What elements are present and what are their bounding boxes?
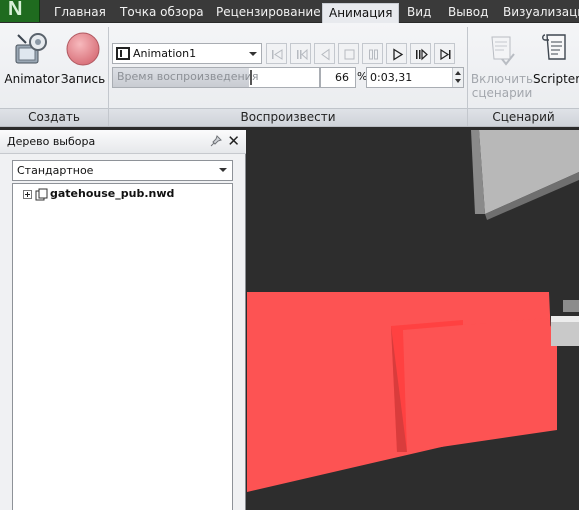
- play-icon: [393, 48, 404, 61]
- play-button[interactable]: [386, 43, 407, 64]
- enable-scripts-label-line2: сценарии: [471, 86, 533, 100]
- scripter-label: Scripter: [533, 72, 579, 86]
- pause-button[interactable]: [362, 43, 383, 64]
- panel-title: Дерево выбора: [7, 135, 96, 148]
- percent-value: 66: [335, 71, 349, 84]
- expand-plus-icon[interactable]: [23, 190, 32, 199]
- animator-icon: [15, 33, 47, 64]
- tab-animation[interactable]: Анимация: [322, 3, 400, 23]
- play-reverse-button[interactable]: [314, 43, 335, 64]
- app-logo: N: [8, 0, 23, 20]
- scripts-group-label: Сценарий: [468, 108, 579, 126]
- tab-render[interactable]: Визуализация: [497, 3, 579, 23]
- model-file-icon: [35, 188, 48, 201]
- playback-group-label: Воспроизвести: [109, 108, 467, 126]
- ribbon-tab-bar: N Главная Точка обзора Рецензирование Ан…: [0, 0, 579, 23]
- tab-view[interactable]: Вид: [401, 3, 437, 23]
- animator-label: Animator: [4, 72, 60, 86]
- time-slider-handle[interactable]: [250, 70, 252, 85]
- scene-highlighted-front: [403, 318, 557, 452]
- chevron-down-icon: [249, 52, 257, 56]
- spinner-buttons[interactable]: [452, 68, 463, 87]
- selection-tree: gatehouse_pub.nwd: [12, 183, 233, 510]
- tab-viewpoint[interactable]: Точка обзора: [114, 3, 210, 23]
- record-icon: [66, 32, 100, 66]
- scripter-button[interactable]: Scripter: [533, 27, 579, 107]
- record-label: Запись: [60, 72, 106, 86]
- rewind-to-start-icon: [272, 49, 283, 60]
- rewind-to-start-button[interactable]: [266, 43, 287, 64]
- 3d-viewport[interactable]: [247, 130, 579, 510]
- close-icon[interactable]: ✕: [227, 132, 240, 150]
- playback-time-slider[interactable]: Время воспроизведения: [112, 67, 320, 88]
- play-reverse-icon: [321, 48, 330, 61]
- spin-down-icon[interactable]: [455, 79, 461, 83]
- enable-scripts-label: Включить сценарии: [470, 72, 534, 100]
- enable-scripts-button[interactable]: Включить сценарии: [470, 27, 534, 107]
- film-icon: [116, 47, 130, 60]
- tab-review[interactable]: Рецензирование: [210, 3, 327, 23]
- scene-bracket: [563, 300, 579, 312]
- enable-scripts-label-line1: Включить: [470, 72, 534, 86]
- application-menu-button[interactable]: N: [0, 0, 40, 22]
- pause-icon: [369, 49, 378, 60]
- animation-select-value: Animation1: [133, 47, 197, 60]
- time-slider-label: Время воспроизведения: [117, 70, 259, 83]
- ribbon-panel: Animator Запись Создать Animation1 Время…: [0, 23, 579, 127]
- step-back-button[interactable]: [290, 43, 311, 64]
- fast-forward-to-end-button[interactable]: [434, 43, 455, 64]
- stop-button[interactable]: [338, 43, 359, 64]
- panel-title-bar: Дерево выбора ✕: [0, 130, 246, 154]
- enable-scripts-icon: [491, 36, 515, 66]
- tree-mode-value: Стандартное: [17, 164, 94, 177]
- stop-icon: [344, 49, 355, 60]
- selection-tree-panel: Дерево выбора ✕ Стандартное gatehouse_pu…: [0, 130, 246, 510]
- step-forward-button[interactable]: [410, 43, 431, 64]
- tree-item-label: gatehouse_pub.nwd: [50, 187, 175, 200]
- step-forward-icon: [416, 48, 428, 61]
- create-group-label: Создать: [0, 108, 108, 126]
- scene-pipe-highlight: [551, 316, 579, 322]
- scene-render: [247, 130, 579, 492]
- tree-mode-select[interactable]: Стандартное: [12, 160, 233, 181]
- animation-select[interactable]: Animation1: [112, 43, 262, 64]
- step-back-icon: [297, 48, 308, 61]
- timecode-value: 0:03,31: [370, 71, 413, 84]
- spin-up-icon[interactable]: [455, 71, 461, 75]
- tab-output[interactable]: Вывод: [442, 3, 494, 23]
- timecode-spinner[interactable]: 0:03,31: [366, 67, 464, 88]
- scripter-icon: [542, 34, 566, 60]
- fast-forward-to-end-icon: [440, 48, 451, 61]
- tab-home[interactable]: Главная: [48, 3, 112, 23]
- record-button[interactable]: Запись: [60, 27, 106, 107]
- animator-button[interactable]: Animator: [4, 27, 60, 107]
- chevron-down-icon: [219, 168, 227, 172]
- pin-icon[interactable]: [210, 135, 222, 147]
- percent-field[interactable]: 66: [320, 67, 356, 88]
